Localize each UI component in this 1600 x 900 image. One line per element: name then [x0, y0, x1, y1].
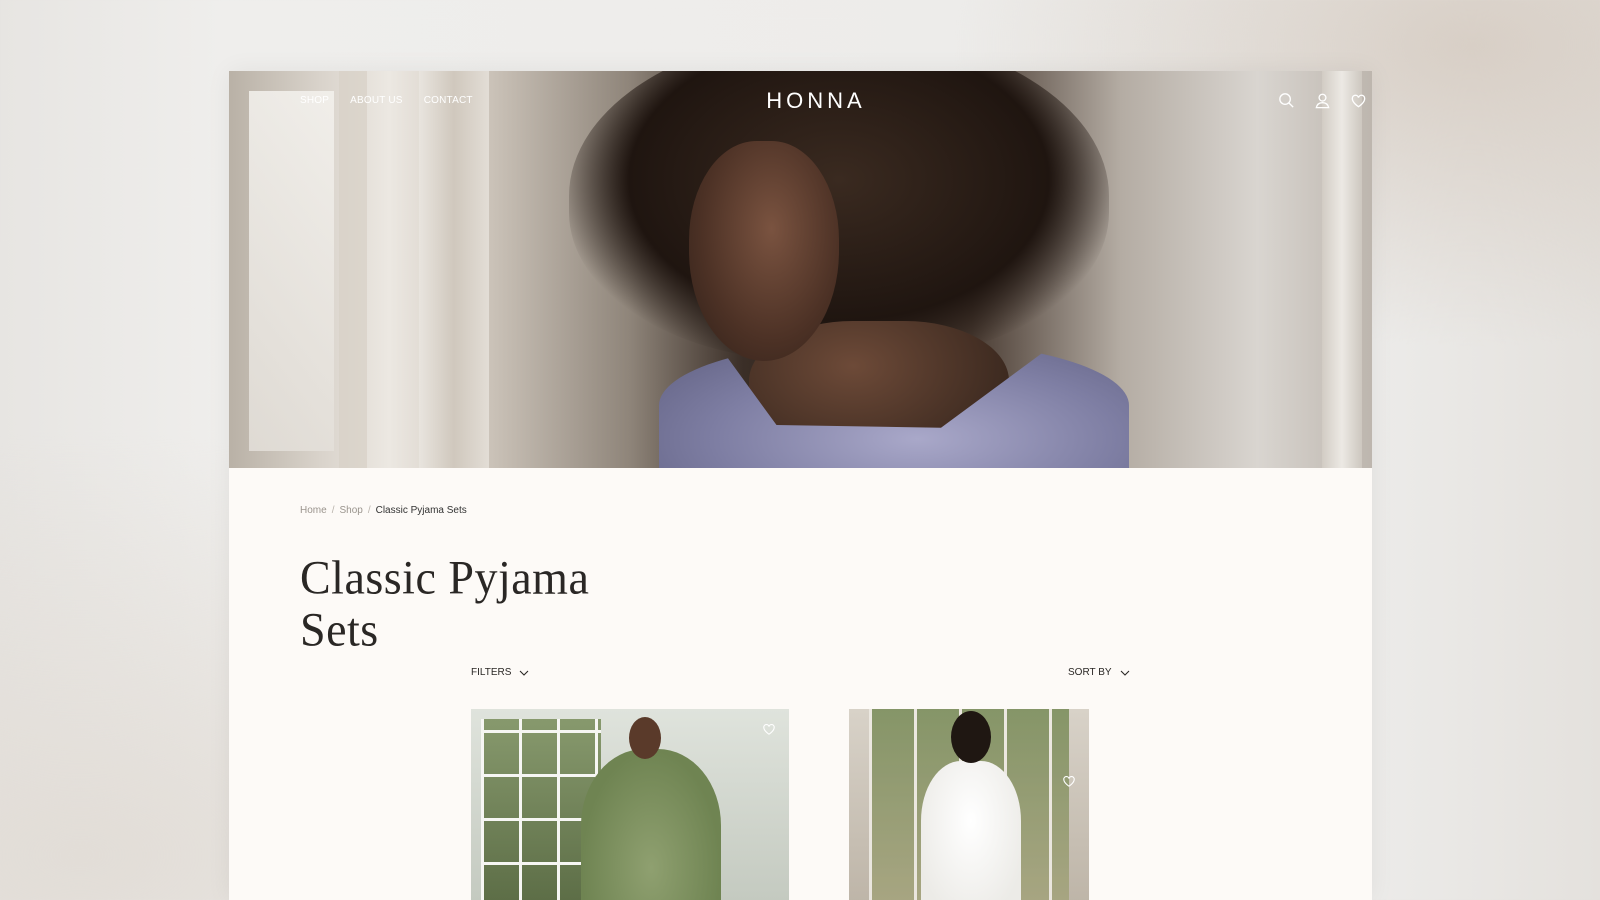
hero-window	[249, 91, 334, 451]
product-image-model	[951, 711, 991, 763]
page-frame: SHOP ABOUT US CONTACT HONNA	[229, 71, 1372, 900]
page-title-line2: Sets	[300, 602, 379, 656]
hero-window-frame	[339, 71, 367, 468]
wishlist-icon[interactable]	[1349, 91, 1368, 110]
breadcrumb-current: Classic Pyjama Sets	[375, 505, 467, 516]
hero-curtain	[419, 71, 489, 468]
breadcrumb-home[interactable]: Home	[300, 505, 327, 516]
product-image-garment	[581, 749, 721, 900]
search-icon[interactable]	[1277, 91, 1296, 110]
heart-icon[interactable]	[761, 721, 777, 737]
page-title-line1: Classic Pyjama	[300, 550, 590, 604]
main-nav: SHOP ABOUT US CONTACT	[300, 95, 473, 106]
nav-shop-link[interactable]: SHOP	[300, 95, 329, 106]
product-card[interactable]	[849, 709, 1089, 900]
nav-about-link[interactable]: ABOUT US	[350, 95, 403, 106]
sort-button[interactable]: SORT BY	[1068, 667, 1130, 678]
product-card[interactable]	[471, 709, 789, 900]
breadcrumb: Home / Shop / Classic Pyjama Sets	[300, 505, 467, 516]
hero-image: SHOP ABOUT US CONTACT HONNA	[229, 71, 1372, 468]
breadcrumb-shop[interactable]: Shop	[339, 505, 362, 516]
chevron-down-icon	[520, 670, 529, 676]
nav-contact-link[interactable]: CONTACT	[424, 95, 473, 106]
breadcrumb-separator: /	[367, 505, 371, 516]
breadcrumb-separator: /	[331, 505, 335, 516]
chevron-down-icon	[1120, 670, 1129, 676]
sort-label: SORT BY	[1068, 667, 1112, 678]
hero-hair	[569, 71, 1109, 361]
page-title: Classic Pyjama Sets	[300, 550, 600, 656]
product-image-garment	[921, 761, 1021, 900]
hero-face	[689, 141, 839, 361]
filters-button[interactable]: FILTERS	[471, 667, 529, 678]
hero-curtain-right	[1322, 71, 1362, 468]
header-icons	[1277, 91, 1372, 110]
heart-icon[interactable]	[1061, 773, 1077, 789]
product-image-model	[629, 717, 661, 759]
account-icon[interactable]	[1313, 91, 1332, 110]
filters-label: FILTERS	[471, 667, 512, 678]
brand-logo[interactable]: HONNA	[741, 88, 891, 114]
